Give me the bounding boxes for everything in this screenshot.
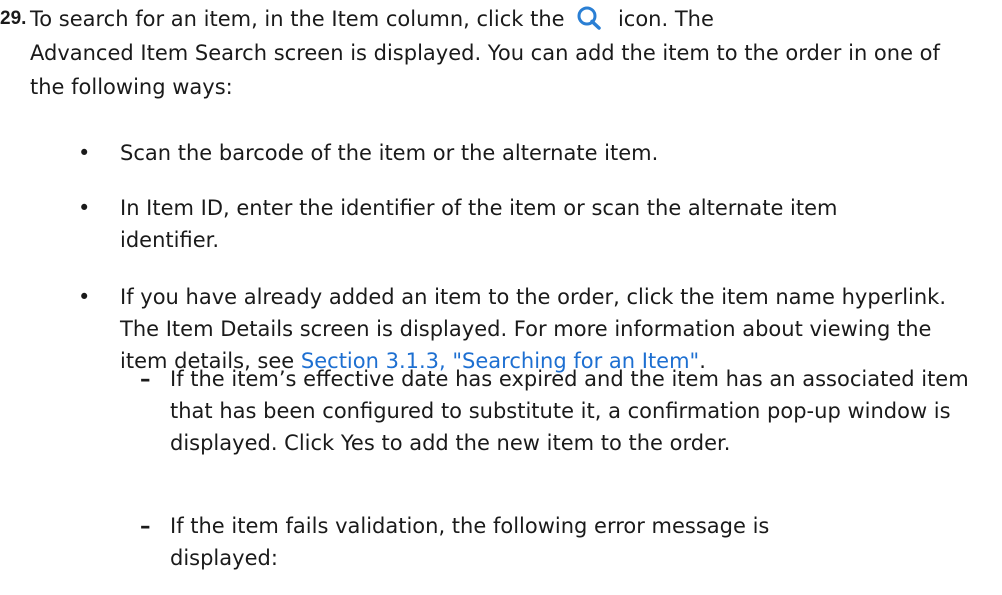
search-icon — [575, 5, 605, 31]
dash-marker: – — [140, 367, 151, 391]
step-continuation: Advanced Item Search screen is displayed… — [30, 41, 940, 99]
sub-list-item: – If the item fails validation, the foll… — [140, 510, 990, 574]
bullet-marker: • — [78, 196, 91, 220]
step-line-1: To search for an item, in the Item colum… — [30, 2, 990, 36]
step-number: 29. — [0, 8, 27, 29]
bullet-text: Scan the barcode of the item or the alte… — [120, 141, 659, 165]
bullet-marker: • — [78, 285, 91, 309]
sub-item-text: If the item fails validation, the follow… — [170, 514, 770, 570]
document-page: 29. To search for an item, in the Item c… — [0, 0, 1002, 595]
step-text-after-icon: icon. The — [617, 7, 714, 31]
bullet-marker: • — [78, 141, 91, 165]
step-text-before-icon: To search for an item, in the Item colum… — [30, 7, 565, 31]
sub-item-text: If the item’s effective date has expired… — [170, 367, 969, 455]
sub-list-item: – If the item’s effective date has expir… — [140, 363, 990, 459]
dash-marker: – — [140, 514, 151, 538]
list-item: • Scan the barcode of the item or the al… — [78, 137, 978, 169]
list-item: • In Item ID, enter the identifier of th… — [78, 192, 978, 256]
bullet-text: In Item ID, enter the identifier of the … — [120, 196, 838, 252]
